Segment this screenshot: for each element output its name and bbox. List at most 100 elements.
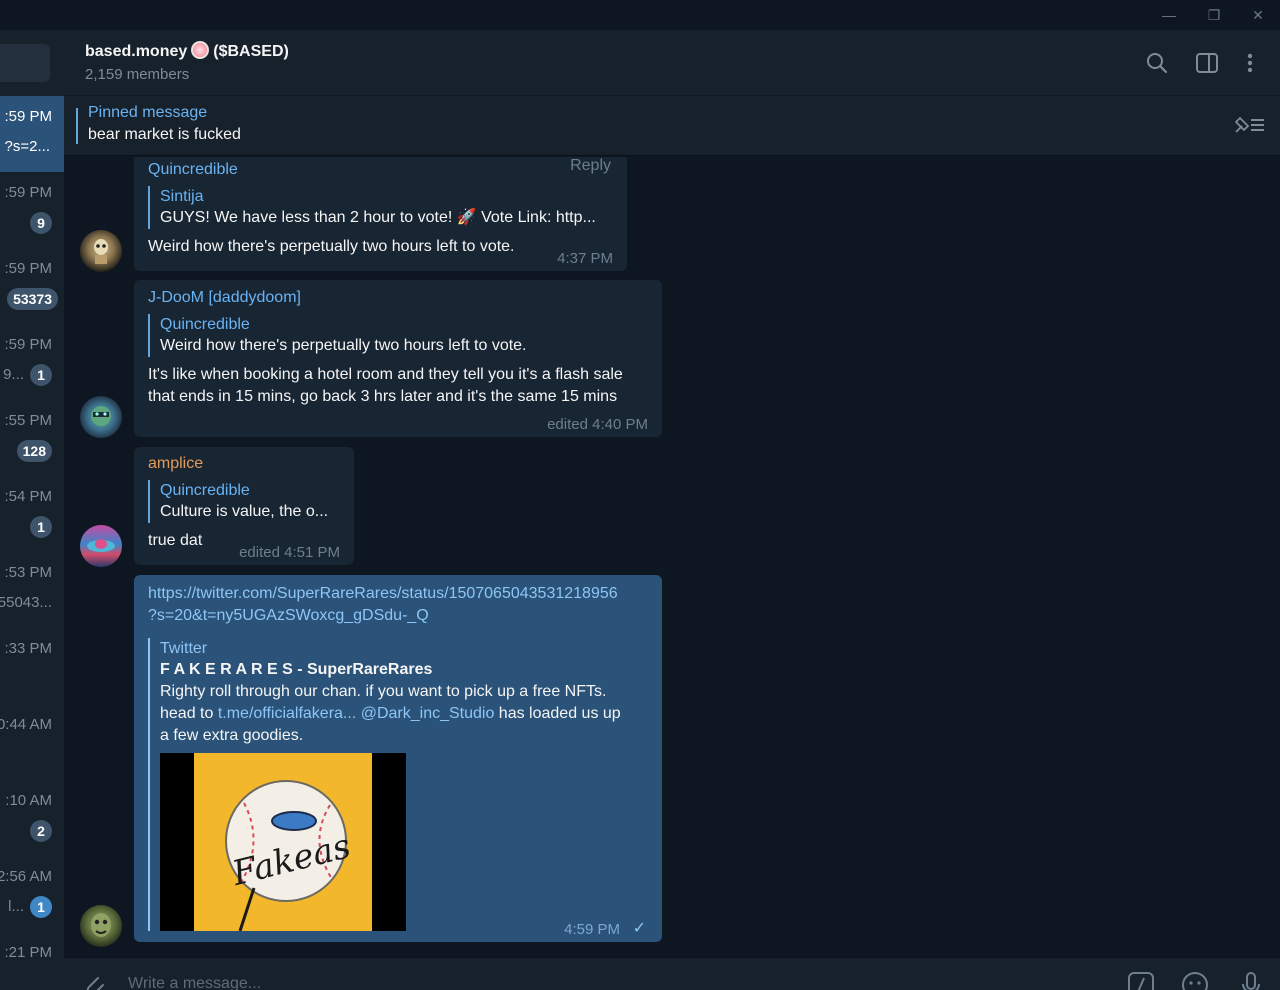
member-count: 2,159 members bbox=[85, 66, 190, 83]
chat-time: :59 PM bbox=[4, 184, 52, 201]
user-avatar[interactable] bbox=[80, 905, 122, 947]
chat-time: :10 AM bbox=[5, 792, 52, 809]
chat-list-item[interactable]: 0:44 AM bbox=[0, 704, 64, 780]
message-time: edited 4:40 PM bbox=[547, 416, 648, 433]
preview-mention[interactable]: @Dark_inc_Studio bbox=[361, 705, 495, 722]
baseball-fakeas-icon: Fakeas bbox=[225, 780, 355, 931]
message-bubble[interactable]: Quincredible Reply Sintija GUYS! We have… bbox=[134, 157, 627, 271]
url-line[interactable]: https://twitter.com/SuperRareRares/statu… bbox=[148, 585, 618, 602]
unread-badge: 128 bbox=[16, 440, 52, 462]
sidebar-toggle-icon[interactable] bbox=[1194, 50, 1220, 76]
preview-description: a few extra goodies. bbox=[160, 727, 304, 744]
chat-time: :59 PM bbox=[4, 108, 52, 125]
reply-button[interactable]: Reply bbox=[570, 157, 611, 175]
reply-quote[interactable]: Quincredible Weird how there's perpetual… bbox=[148, 314, 648, 357]
chat-list-item[interactable]: :59 PM 53373 bbox=[0, 248, 64, 324]
chat-time: :54 PM bbox=[4, 488, 52, 505]
unread-badge: 9 bbox=[30, 212, 52, 234]
chat-list-item[interactable]: :10 AM 2 bbox=[0, 780, 64, 856]
sender-name[interactable]: J-DooM [daddydoom] bbox=[148, 289, 648, 307]
chat-list-item[interactable]: :21 PM bbox=[0, 932, 64, 990]
message-link[interactable]: ?s=20&t=ny5UGAzSWoxcg_gDSdu-_Q bbox=[148, 605, 648, 627]
preview-image[interactable]: Fakeas bbox=[160, 753, 406, 931]
message-link[interactable]: https://twitter.com/SuperRareRares/statu… bbox=[148, 583, 648, 605]
chat-snippet: ?s=2... bbox=[4, 138, 50, 155]
microphone-icon[interactable] bbox=[1236, 968, 1266, 990]
chat-time: :33 PM bbox=[4, 640, 52, 657]
chat-list-sidebar: :59 PM ?s=2... :59 PM 9 :59 PM 53373 :59… bbox=[0, 30, 64, 990]
bot-commands-icon[interactable] bbox=[1126, 968, 1156, 990]
message-bubble[interactable]: J-DooM [daddydoom] Quincredible Weird ho… bbox=[134, 280, 662, 437]
reply-quote[interactable]: Sintija GUYS! We have less than 2 hour t… bbox=[148, 186, 613, 229]
close-icon[interactable]: ✕ bbox=[1247, 4, 1269, 26]
message-bubble[interactable]: amplice Quincredible Culture is value, t… bbox=[134, 447, 354, 565]
quote-text: Culture is value, the o... bbox=[160, 503, 329, 520]
more-options-icon[interactable] bbox=[1237, 50, 1263, 76]
chat-time: :55 PM bbox=[4, 412, 52, 429]
chat-list-item[interactable]: :53 PM 55043... bbox=[0, 552, 64, 628]
unread-badge: 1 bbox=[30, 516, 52, 538]
chat-title-ticker: ($BASED) bbox=[213, 43, 289, 60]
search-field[interactable] bbox=[0, 44, 50, 82]
sender-name[interactable]: amplice bbox=[148, 455, 340, 473]
chat-snippet: l... bbox=[8, 898, 24, 915]
message-text-line: that ends in 15 mins, go back 3 hrs late… bbox=[148, 388, 618, 405]
pinned-message-bar[interactable]: Pinned message bear market is fucked bbox=[64, 96, 1280, 156]
url-line[interactable]: ?s=20&t=ny5UGAzSWoxcg_gDSdu-_Q bbox=[148, 607, 429, 624]
quote-author: Sintija bbox=[160, 188, 204, 205]
preview-text: head to bbox=[160, 705, 218, 722]
unread-badge: 1 bbox=[30, 364, 52, 386]
chat-list-item[interactable]: :59 PM 9... 1 bbox=[0, 324, 64, 400]
chat-list-item[interactable]: :59 PM 9 bbox=[0, 172, 64, 248]
message-time: 4:37 PM bbox=[557, 250, 613, 267]
minimize-icon[interactable]: — bbox=[1158, 4, 1180, 26]
pinned-text: bear market is fucked bbox=[88, 126, 241, 143]
restore-icon[interactable]: ❐ bbox=[1203, 4, 1225, 26]
user-avatar[interactable] bbox=[80, 230, 122, 272]
preview-description: Righty roll through our chan. if you wan… bbox=[160, 683, 607, 700]
chat-time: 2:56 AM bbox=[0, 868, 52, 885]
preview-title: F A K E R A R E S - SuperRareRares bbox=[160, 661, 433, 678]
reply-quote[interactable]: Quincredible Culture is value, the o... bbox=[148, 480, 340, 523]
attach-icon[interactable] bbox=[78, 968, 108, 990]
message-text-line: It's like when booking a hotel room and … bbox=[148, 366, 623, 383]
unread-badge: 2 bbox=[30, 820, 52, 842]
chat-snippet: 9... bbox=[3, 366, 24, 383]
preview-link[interactable]: t.me/officialfakera... bbox=[218, 705, 356, 722]
chat-list-item[interactable]: :33 PM bbox=[0, 628, 64, 704]
chat-snippet: 55043... bbox=[0, 594, 52, 611]
preview-site-name: Twitter bbox=[160, 640, 208, 657]
user-avatar[interactable] bbox=[80, 525, 122, 567]
chat-list-item[interactable]: 2:56 AM l... 1 bbox=[0, 856, 64, 932]
chat-time: :59 PM bbox=[4, 260, 52, 277]
preview-text: has loaded us up bbox=[494, 705, 621, 722]
chat-header[interactable]: based.money ($BASED) 2,159 members bbox=[64, 30, 1280, 96]
chat-time: 0:44 AM bbox=[0, 716, 52, 733]
message-bubble-outgoing[interactable]: https://twitter.com/SuperRareRares/statu… bbox=[134, 575, 662, 942]
message-input[interactable] bbox=[128, 972, 1028, 990]
chat-title-name: based.money bbox=[85, 43, 188, 60]
chat-title[interactable]: based.money ($BASED) bbox=[85, 41, 289, 61]
link-preview[interactable]: Twitter F A K E R A R E S - SuperRareRar… bbox=[148, 638, 648, 931]
search-icon[interactable] bbox=[1144, 50, 1170, 76]
chat-list-item[interactable]: :54 PM 1 bbox=[0, 476, 64, 552]
pinned-label: Pinned message bbox=[88, 104, 208, 121]
chat-time: :59 PM bbox=[4, 336, 52, 353]
user-avatar[interactable] bbox=[80, 396, 122, 438]
unread-badge: 1 bbox=[30, 896, 52, 918]
pinned-list-icon[interactable] bbox=[1232, 114, 1266, 136]
message-history[interactable]: Quincredible Reply Sintija GUYS! We have… bbox=[64, 157, 1280, 957]
unread-badge: 53373 bbox=[7, 288, 58, 310]
sent-check-icon: ✓ bbox=[632, 920, 646, 937]
sender-name[interactable]: Quincredible bbox=[148, 161, 613, 179]
message-time: 4:59 PM bbox=[564, 921, 620, 938]
pinned-indicator bbox=[76, 108, 78, 144]
message-text: Weird how there's perpetually two hours … bbox=[148, 238, 515, 255]
emoji-icon[interactable] bbox=[1180, 968, 1210, 990]
preview-description: head to t.me/officialfakera... @Dark_inc… bbox=[160, 703, 648, 725]
message-composer bbox=[64, 957, 1280, 990]
chat-list-item[interactable]: :59 PM ?s=2... bbox=[0, 96, 64, 172]
message-time: edited 4:51 PM bbox=[239, 544, 340, 561]
quote-text: GUYS! We have less than 2 hour to vote! … bbox=[160, 209, 596, 226]
chat-list-item[interactable]: :55 PM 128 bbox=[0, 400, 64, 476]
